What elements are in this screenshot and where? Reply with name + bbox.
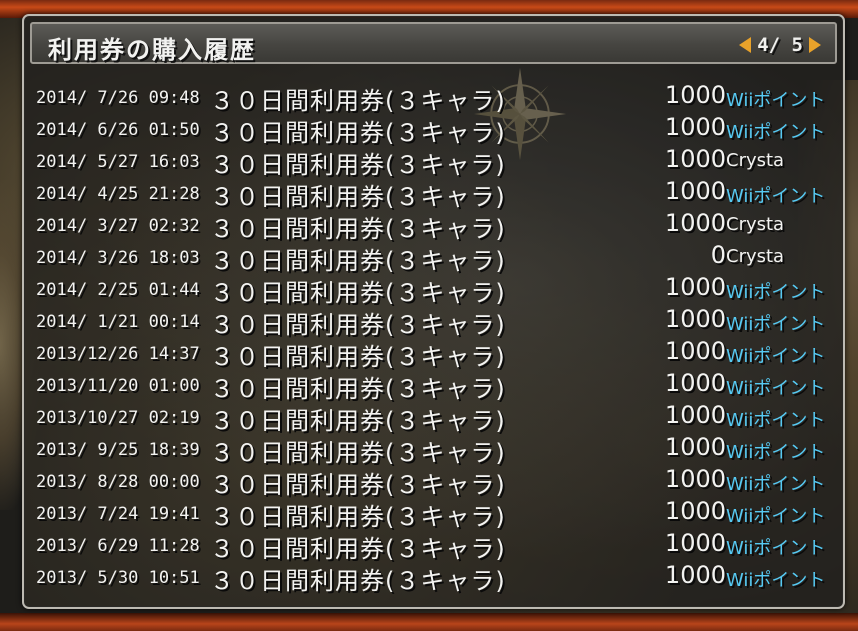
currency-label: Wiiポイント	[726, 122, 826, 143]
currency-label: Wiiポイント	[726, 538, 826, 559]
pager: 4/ 5	[739, 33, 821, 57]
currency-label: Crysta	[726, 150, 785, 171]
price-amount: 1000	[664, 433, 726, 461]
ticket-name: ３０日間利用券(３キャラ)	[210, 503, 506, 531]
history-row: 2013/12/26 14:37 ３０日間利用券(３キャラ) 1000 Wiiポイント	[36, 336, 836, 371]
price-amount: 1000	[664, 177, 726, 205]
price-amount: 1000	[664, 465, 726, 493]
currency-label: Wiiポイント	[726, 282, 826, 303]
purchase-date: 2013/ 9/25 18:39	[36, 440, 200, 460]
purchase-date: 2013/10/27 02:19	[36, 408, 200, 428]
price-amount: 1000	[664, 145, 726, 173]
purchase-date: 2013/ 6/29 11:28	[36, 536, 200, 556]
price-amount: 1000	[664, 497, 726, 525]
ticket-name: ３０日間利用券(３キャラ)	[210, 471, 506, 499]
purchase-date: 2013/ 8/28 00:00	[36, 472, 200, 492]
price-amount: 1000	[664, 113, 726, 141]
page-indicator: 4/ 5	[757, 34, 803, 56]
purchase-history-window: 利用券の購入履歴 4/ 5 2014/ 7/26 09:48 ３０日間利用券(３キ…	[22, 14, 845, 609]
price-amount: 1000	[664, 529, 726, 557]
currency-label: Wiiポイント	[726, 570, 826, 591]
ticket-name: ３０日間利用券(３キャラ)	[210, 215, 506, 243]
currency-label: Wiiポイント	[726, 90, 826, 111]
window-title: 利用券の購入履歴	[48, 36, 256, 64]
ticket-name: ３０日間利用券(３キャラ)	[210, 247, 506, 275]
history-row: 2013/10/27 02:19 ３０日間利用券(３キャラ) 1000 Wiiポイント	[36, 400, 836, 435]
purchase-date: 2014/ 3/26 18:03	[36, 248, 200, 268]
history-row: 2014/ 6/26 01:50 ３０日間利用券(３キャラ) 1000 Wiiポイント	[36, 112, 836, 147]
price-amount: 1000	[664, 561, 726, 589]
currency-label: Wiiポイント	[726, 474, 826, 495]
title-bar: 利用券の購入履歴 4/ 5	[30, 22, 837, 64]
purchase-date: 2014/ 1/21 00:14	[36, 312, 200, 332]
price-amount: 1000	[664, 369, 726, 397]
currency-label: Crysta	[726, 246, 785, 267]
history-row: 2014/ 3/26 18:03 ３０日間利用券(３キャラ) 0 Crysta	[36, 240, 836, 275]
ticket-name: ３０日間利用券(３キャラ)	[210, 343, 506, 371]
purchase-date: 2013/ 7/24 19:41	[36, 504, 200, 524]
ticket-name: ３０日間利用券(３キャラ)	[210, 151, 506, 179]
price-amount: 1000	[664, 337, 726, 365]
history-row: 2014/ 2/25 01:44 ３０日間利用券(３キャラ) 1000 Wiiポイント	[36, 272, 836, 307]
price-amount: 1000	[664, 305, 726, 333]
ticket-name: ３０日間利用券(３キャラ)	[210, 567, 506, 595]
purchase-date: 2013/ 5/30 10:51	[36, 568, 200, 588]
decorative-frame-bottom	[0, 613, 858, 631]
ticket-name: ３０日間利用券(３キャラ)	[210, 407, 506, 435]
prev-page-icon[interactable]	[739, 37, 752, 53]
history-row: 2014/ 3/27 02:32 ３０日間利用券(３キャラ) 1000 Crysta	[36, 208, 836, 243]
purchase-date: 2014/ 3/27 02:32	[36, 216, 200, 236]
ticket-name: ３０日間利用券(３キャラ)	[210, 311, 506, 339]
history-row: 2013/ 6/29 11:28 ３０日間利用券(３キャラ) 1000 Wiiポイント	[36, 528, 836, 563]
ticket-name: ３０日間利用券(３キャラ)	[210, 535, 506, 563]
currency-label: Wiiポイント	[726, 410, 826, 431]
history-row: 2014/ 7/26 09:48 ３０日間利用券(３キャラ) 1000 Wiiポイント	[36, 80, 836, 115]
currency-label: Crysta	[726, 214, 785, 235]
ticket-name: ３０日間利用券(３キャラ)	[210, 279, 506, 307]
currency-label: Wiiポイント	[726, 314, 826, 335]
history-row: 2013/ 9/25 18:39 ３０日間利用券(３キャラ) 1000 Wiiポイント	[36, 432, 836, 467]
currency-label: Wiiポイント	[726, 442, 826, 463]
ticket-name: ３０日間利用券(３キャラ)	[210, 87, 506, 115]
price-amount: 0	[710, 241, 726, 269]
purchase-date: 2014/ 6/26 01:50	[36, 120, 200, 140]
currency-label: Wiiポイント	[726, 378, 826, 399]
purchase-date: 2014/ 5/27 16:03	[36, 152, 200, 172]
history-row: 2013/ 8/28 00:00 ３０日間利用券(３キャラ) 1000 Wiiポイント	[36, 464, 836, 499]
currency-label: Wiiポイント	[726, 346, 826, 367]
currency-label: Wiiポイント	[726, 506, 826, 527]
purchase-date: 2013/12/26 14:37	[36, 344, 200, 364]
price-amount: 1000	[664, 81, 726, 109]
currency-label: Wiiポイント	[726, 186, 826, 207]
history-row: 2013/11/20 01:00 ３０日間利用券(３キャラ) 1000 Wiiポイント	[36, 368, 836, 403]
purchase-date: 2014/ 2/25 01:44	[36, 280, 200, 300]
next-page-icon[interactable]	[809, 37, 821, 53]
history-row: 2013/ 7/24 19:41 ３０日間利用券(３キャラ) 1000 Wiiポイント	[36, 496, 836, 531]
history-row: 2014/ 1/21 00:14 ３０日間利用券(３キャラ) 1000 Wiiポイント	[36, 304, 836, 339]
purchase-date: 2013/11/20 01:00	[36, 376, 200, 396]
price-amount: 1000	[664, 401, 726, 429]
price-amount: 1000	[664, 273, 726, 301]
purchase-date: 2014/ 7/26 09:48	[36, 88, 200, 108]
ticket-name: ３０日間利用券(３キャラ)	[210, 375, 506, 403]
history-row: 2013/ 5/30 10:51 ３０日間利用券(３キャラ) 1000 Wiiポイント	[36, 560, 836, 595]
history-list: 2014/ 7/26 09:48 ３０日間利用券(３キャラ) 1000 Wiiポイント…	[36, 80, 836, 595]
game-scene: 利用券の購入履歴 4/ 5 2014/ 7/26 09:48 ３０日間利用券(３キ…	[0, 0, 858, 631]
history-row: 2014/ 4/25 21:28 ３０日間利用券(３キャラ) 1000 Wiiポイント	[36, 176, 836, 211]
history-row: 2014/ 5/27 16:03 ３０日間利用券(３キャラ) 1000 Crysta	[36, 144, 836, 179]
price-amount: 1000	[664, 209, 726, 237]
ticket-name: ３０日間利用券(３キャラ)	[210, 183, 506, 211]
purchase-date: 2014/ 4/25 21:28	[36, 184, 200, 204]
ticket-name: ３０日間利用券(３キャラ)	[210, 119, 506, 147]
ticket-name: ３０日間利用券(３キャラ)	[210, 439, 506, 467]
